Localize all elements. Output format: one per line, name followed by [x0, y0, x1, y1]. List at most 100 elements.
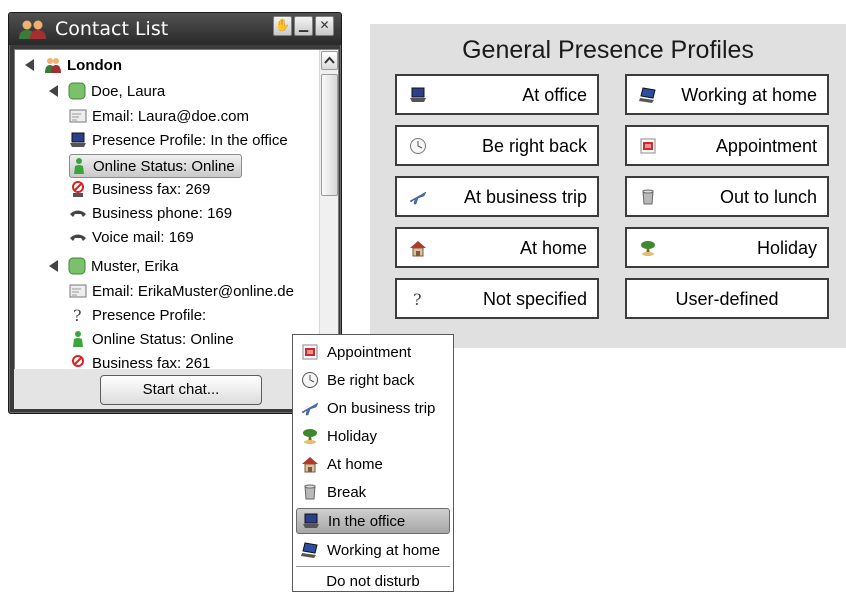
profile-label: At home: [519, 238, 587, 258]
presence-label: Presence Profile: In the office: [92, 131, 288, 149]
menu-item-holiday[interactable]: Holiday: [296, 423, 450, 449]
voicemail-icon: [70, 234, 86, 241]
menu-item-label: Working at home: [327, 541, 441, 559]
palm-tree-icon: [641, 241, 655, 256]
group-label: London: [67, 56, 122, 74]
profile-business-trip-button[interactable]: At business trip: [395, 176, 599, 217]
house-icon: [410, 241, 426, 257]
menu-item-label: In the office: [328, 512, 406, 530]
email-icon: [69, 284, 87, 298]
fax-label: Business fax: 269: [92, 180, 211, 198]
collapse-arrow-icon[interactable]: [45, 82, 63, 100]
profile-not-specified-button[interactable]: ? Not specified: [395, 278, 599, 319]
contact-fax[interactable]: Business fax: 269: [69, 178, 210, 200]
presence-context-menu: Appointment Be right back On business tr…: [292, 334, 454, 592]
laptop-icon: [303, 513, 319, 528]
cup-icon: [642, 189, 654, 205]
title-bar[interactable]: Contact List ✋ ▁ ✕: [9, 13, 341, 45]
svg-text:?: ?: [413, 290, 422, 308]
menu-item-working-at-home[interactable]: Working at home: [296, 537, 450, 563]
calendar-icon: [302, 344, 318, 360]
question-icon: ?: [73, 306, 82, 324]
laptop-icon: [70, 132, 86, 147]
collapse-arrow-icon[interactable]: [21, 56, 39, 74]
contact-phone[interactable]: Business phone: 169: [69, 202, 232, 224]
start-chat-button[interactable]: Start chat...: [100, 375, 262, 405]
contact-presence[interactable]: Presence Profile: In the office: [69, 129, 288, 151]
menu-item-appointment[interactable]: Appointment: [296, 339, 450, 365]
fax-blocked-icon: [72, 181, 84, 197]
contact-email[interactable]: Email: Laura@doe.com: [69, 105, 249, 127]
phone-icon: [70, 210, 86, 217]
menu-separator: [296, 566, 450, 567]
group-icon: [45, 58, 61, 73]
profile-label: At office: [522, 85, 587, 105]
chevron-up-icon: [324, 56, 335, 64]
house-icon: [302, 457, 318, 473]
profile-be-right-back-button[interactable]: Be right back: [395, 125, 599, 166]
profile-label: Not specified: [482, 289, 587, 309]
menu-item-do-not-disturb[interactable]: Do not disturb: [296, 568, 450, 594]
phone-label: Business phone: 169: [92, 204, 233, 222]
profile-appointment-button[interactable]: Appointment: [625, 125, 829, 166]
contact-doe-laura[interactable]: Doe, Laura: [45, 80, 165, 102]
calendar-icon: [640, 138, 656, 154]
profile-at-office-button[interactable]: At office: [395, 74, 599, 115]
palm-tree-icon: [303, 429, 317, 444]
contact-muster-erika[interactable]: Muster, Erika: [45, 255, 179, 277]
contact-email[interactable]: Email: ErikaMuster@online.de: [69, 280, 294, 302]
profile-label: Appointment: [715, 136, 817, 156]
voicemail-label: Voice mail: 169: [92, 228, 194, 246]
contact-name: Doe, Laura: [91, 82, 166, 100]
menu-item-label: At home: [327, 455, 383, 473]
profile-out-to-lunch-button[interactable]: Out to lunch: [625, 176, 829, 217]
contact-tree[interactable]: London Doe, Laura Email: Laura@doe.com P…: [14, 49, 339, 371]
menu-item-business-trip[interactable]: On business trip: [296, 395, 450, 421]
contact-presence[interactable]: ? Presence Profile:: [69, 304, 206, 326]
profile-label: Working at home: [681, 85, 817, 105]
clock-icon: [410, 138, 426, 154]
cup-icon: [304, 484, 316, 500]
vertical-scrollbar[interactable]: [319, 50, 338, 370]
menu-item-label: On business trip: [327, 399, 436, 417]
email-icon: [69, 109, 87, 123]
collapse-arrow-icon[interactable]: [45, 257, 63, 275]
status-square-icon: [68, 257, 86, 275]
email-label: Email: Laura@doe.com: [92, 107, 249, 125]
contact-online-status[interactable]: Online Status: Online: [69, 154, 242, 178]
profile-user-defined-button[interactable]: User-defined: [625, 278, 829, 319]
menu-item-label: Holiday: [327, 427, 378, 445]
status-square-icon: [68, 82, 86, 100]
hand-icon[interactable]: ✋: [273, 16, 292, 36]
profile-label: At business trip: [463, 187, 587, 207]
contact-voicemail[interactable]: Voice mail: 169: [69, 226, 194, 248]
airplane-icon: [301, 402, 319, 416]
menu-item-break[interactable]: Break: [296, 479, 450, 505]
scroll-up-button[interactable]: [321, 51, 338, 70]
email-label: Email: ErikaMuster@online.de: [92, 282, 294, 300]
minimize-button[interactable]: ▁: [294, 16, 313, 36]
menu-item-be-right-back[interactable]: Be right back: [296, 367, 450, 393]
profile-working-at-home-button[interactable]: Working at home: [625, 74, 829, 115]
group-london[interactable]: London: [21, 54, 122, 76]
contacts-icon: [19, 20, 46, 39]
svg-text:?: ?: [73, 306, 82, 324]
menu-item-label: Be right back: [327, 371, 415, 389]
scroll-thumb[interactable]: [321, 74, 338, 196]
clock-icon: [302, 372, 318, 388]
profile-at-home-button[interactable]: At home: [395, 227, 599, 268]
profile-label: User-defined: [675, 289, 779, 309]
question-icon: ?: [413, 290, 422, 308]
menu-item-in-the-office[interactable]: In the office: [296, 508, 450, 534]
person-online-icon: [74, 158, 84, 174]
profile-holiday-button[interactable]: Holiday: [625, 227, 829, 268]
online-status-label: Online Status: Online: [93, 157, 235, 175]
contact-online-status[interactable]: Online Status: Online: [69, 328, 234, 350]
menu-item-at-home[interactable]: At home: [296, 451, 450, 477]
laptop-blue-icon: [639, 87, 656, 103]
profile-label: Be right back: [481, 136, 587, 156]
airplane-icon: [409, 191, 427, 205]
presence-profiles-panel: General Presence Profiles At office Work…: [370, 24, 846, 348]
close-button[interactable]: ✕: [315, 16, 334, 36]
window-title: Contact List: [55, 18, 169, 40]
